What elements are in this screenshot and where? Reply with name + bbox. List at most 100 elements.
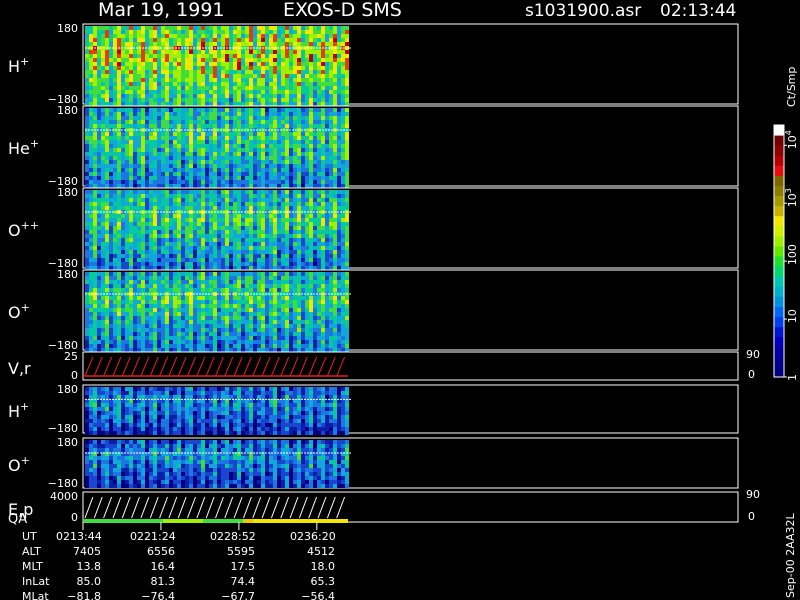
axis-min-label: −180 bbox=[48, 422, 78, 435]
species-label: H+ bbox=[8, 55, 29, 76]
ephemeris-value: 81.3 bbox=[151, 575, 176, 588]
ephemeris-value: 7405 bbox=[73, 545, 101, 558]
colorbar-swatch bbox=[774, 125, 784, 136]
colorbar-swatch bbox=[774, 356, 784, 368]
panel-he-plus: 180−180He+ bbox=[8, 104, 739, 188]
axis-max-label: 180 bbox=[57, 383, 78, 396]
panel-vr: 25 0 V,r 90 0 bbox=[8, 348, 760, 382]
colorbar-swatch bbox=[774, 306, 784, 318]
right-axis-max-label: 90 bbox=[746, 348, 760, 361]
colorbar-tick-label: 104 bbox=[784, 130, 799, 149]
ephemeris-value: −67.7 bbox=[221, 590, 255, 600]
colorbar-swatch bbox=[774, 336, 784, 348]
ephemeris-value: 17.5 bbox=[231, 560, 256, 573]
qa-strip bbox=[83, 519, 348, 523]
ephemeris-value: 4512 bbox=[307, 545, 335, 558]
ephemeris-value: 5595 bbox=[227, 545, 255, 558]
ephemeris-row-label: UT bbox=[22, 530, 37, 543]
species-label: H+ bbox=[8, 400, 29, 421]
spectrogram-cells bbox=[85, 387, 349, 435]
ephemeris-table: UT 0213:44 0221:24 0228:52 0236:20 ALT 7405 655… bbox=[22, 522, 336, 600]
axis-max-label: 180 bbox=[57, 268, 78, 281]
colorbar-tick-label: 1 bbox=[786, 374, 799, 381]
ephemeris-value: 0213:44 bbox=[56, 530, 102, 543]
species-label: O++ bbox=[8, 219, 39, 240]
ephemeris-row-label: InLat bbox=[22, 575, 50, 588]
ephemeris-value: 0228:52 bbox=[210, 530, 256, 543]
colorbar-unit: Ct/Smp bbox=[785, 67, 798, 107]
panel-ep: 40000E,p900 bbox=[8, 488, 760, 524]
species-charge: + bbox=[20, 55, 29, 68]
species-charge: + bbox=[30, 137, 39, 150]
ephemeris-value: 18.0 bbox=[311, 560, 336, 573]
species-label: V,r bbox=[8, 359, 31, 378]
colorbar-swatch bbox=[774, 155, 784, 166]
species-label: O+ bbox=[8, 301, 30, 322]
spectrogram-figure: Mar 19, 1991 EXOS-D SMS s1031900.asr 02:… bbox=[8, 0, 799, 600]
ephemeris-value: 85.0 bbox=[77, 575, 102, 588]
colorbar-swatch bbox=[774, 316, 784, 328]
ephemeris-value: 16.4 bbox=[151, 560, 176, 573]
panel-group: 180−180H+180−180He+180−180O++180−180O+25… bbox=[8, 22, 760, 527]
colorbar-swatch bbox=[774, 276, 784, 287]
ephemeris-value: 6556 bbox=[147, 545, 175, 558]
species-charge: + bbox=[21, 301, 30, 314]
colorbar-swatch bbox=[774, 266, 784, 277]
axis-max-label: 180 bbox=[57, 186, 78, 199]
spectrogram-cells bbox=[85, 440, 349, 488]
colorbar-swatch bbox=[774, 185, 784, 197]
colorbar: Ct/Smp 1 10 100 103 104 bbox=[773, 67, 799, 381]
axis-max-label: 180 bbox=[57, 22, 78, 35]
header-time: 02:13:44 bbox=[660, 1, 736, 21]
colorbar-swatch bbox=[774, 145, 784, 156]
header-file: s1031900.asr bbox=[525, 1, 641, 21]
ephemeris-row-label: MLat bbox=[22, 590, 49, 600]
axis-max-label: 25 bbox=[64, 350, 78, 363]
panel-h-plus-1: 180−180H+ bbox=[8, 22, 739, 106]
axis-max-label: 180 bbox=[57, 436, 78, 449]
colorbar-swatch bbox=[774, 195, 784, 207]
ephemeris-value: 74.4 bbox=[231, 575, 256, 588]
colorbar-swatch bbox=[774, 245, 784, 257]
ephemeris-value: −56.4 bbox=[301, 590, 335, 600]
colorbar-swatch bbox=[774, 135, 784, 146]
colorbar-swatch bbox=[774, 235, 784, 247]
colorbar-tick-label: 100 bbox=[786, 244, 799, 265]
ephemeris-row-label: MLT bbox=[22, 560, 43, 573]
right-axis-min-label: 0 bbox=[748, 510, 755, 523]
species-label: He+ bbox=[8, 137, 39, 158]
ephemeris-value: −81.8 bbox=[67, 590, 101, 600]
panel-o-plus-2: 180 −180 O+ bbox=[8, 436, 739, 490]
colorbar-tick-label: 10 bbox=[786, 309, 799, 323]
right-axis-max-label: 90 bbox=[746, 488, 760, 501]
qa-label: QA bbox=[8, 512, 27, 527]
colorbar-swatch bbox=[774, 225, 784, 237]
colorbar-swatch bbox=[774, 286, 784, 297]
spectrogram-cells bbox=[85, 272, 349, 352]
colorbar-swatch bbox=[774, 346, 784, 358]
axis-max-label: 4000 bbox=[50, 490, 78, 503]
species-label: O+ bbox=[8, 454, 30, 475]
colorbar-swatch bbox=[774, 165, 784, 176]
colorbar-swatch bbox=[774, 205, 784, 217]
spectrogram-cells bbox=[85, 108, 349, 188]
ephemeris-value: −76.4 bbox=[141, 590, 175, 600]
panel-frame bbox=[82, 491, 739, 523]
panel-o-plus-1: 180−180O+ bbox=[8, 268, 739, 352]
colorbar-swatch bbox=[774, 175, 784, 186]
spectrogram-cells bbox=[85, 190, 349, 270]
axis-max-label: 180 bbox=[57, 104, 78, 117]
ephemeris-row-label: ALT bbox=[22, 545, 41, 558]
header-date: Mar 19, 1991 bbox=[98, 0, 225, 21]
colorbar-tick-label: 103 bbox=[784, 188, 799, 207]
right-axis-min-label: 0 bbox=[748, 368, 755, 381]
species-charge: ++ bbox=[21, 219, 39, 232]
colorbar-swatch bbox=[774, 296, 784, 307]
header-instrument: EXOS-D SMS bbox=[283, 0, 402, 21]
species-charge: + bbox=[21, 454, 30, 467]
species-charge: + bbox=[20, 400, 29, 413]
ephemeris-value: 13.8 bbox=[77, 560, 102, 573]
spectrogram-cells bbox=[85, 26, 349, 106]
ephemeris-value: 0221:24 bbox=[130, 530, 176, 543]
footer-id: Sep-00 2AA32L bbox=[784, 512, 797, 598]
